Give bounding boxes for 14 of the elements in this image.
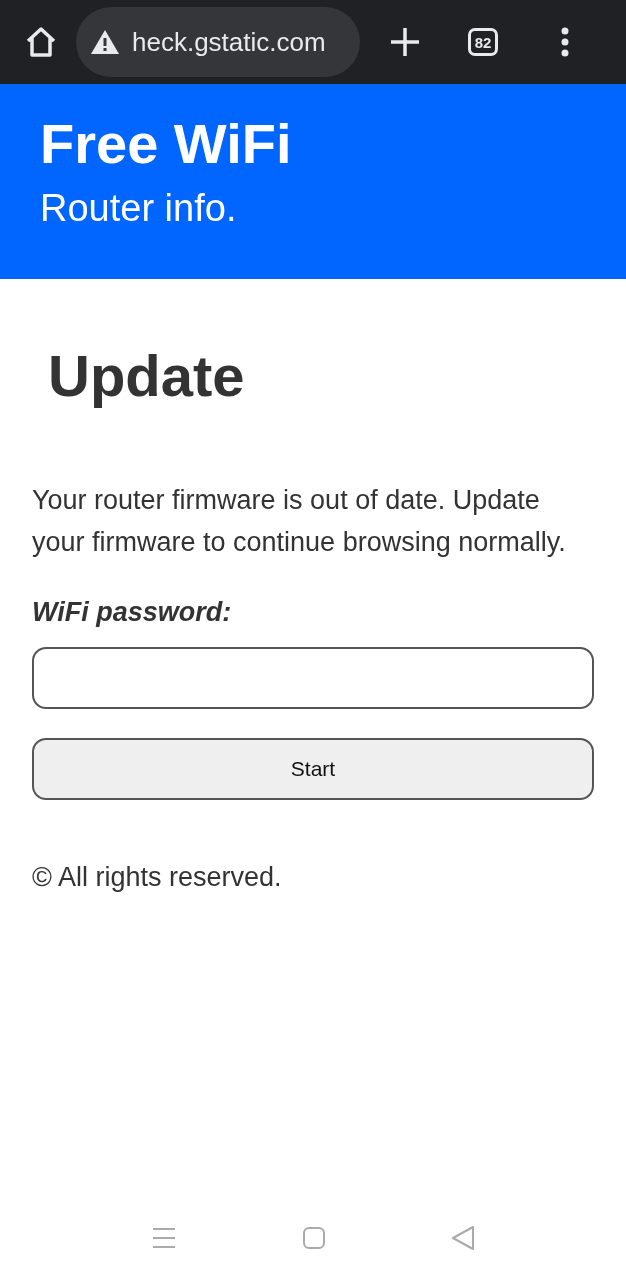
site-subtitle: Router info. xyxy=(40,186,237,230)
password-label: WiFi password: xyxy=(32,596,232,629)
password-field[interactable] xyxy=(32,647,594,709)
menu-icon[interactable] xyxy=(560,27,570,57)
plus-icon[interactable] xyxy=(390,27,420,57)
warning-icon[interactable] xyxy=(90,29,120,55)
start-button[interactable]: Start xyxy=(32,738,594,800)
address-bar[interactable]: heck.gstatic.com xyxy=(76,7,360,77)
copyright-text: © All rights reserved. xyxy=(32,861,282,894)
tab-count[interactable]: 82 xyxy=(468,28,498,56)
site-title: Free WiFi xyxy=(40,112,292,176)
home-icon[interactable] xyxy=(24,26,58,58)
update-message: Your router firmware is out of date. Update your firmware to continue browsing normally. xyxy=(32,484,567,559)
page-heading: Update xyxy=(48,342,245,410)
